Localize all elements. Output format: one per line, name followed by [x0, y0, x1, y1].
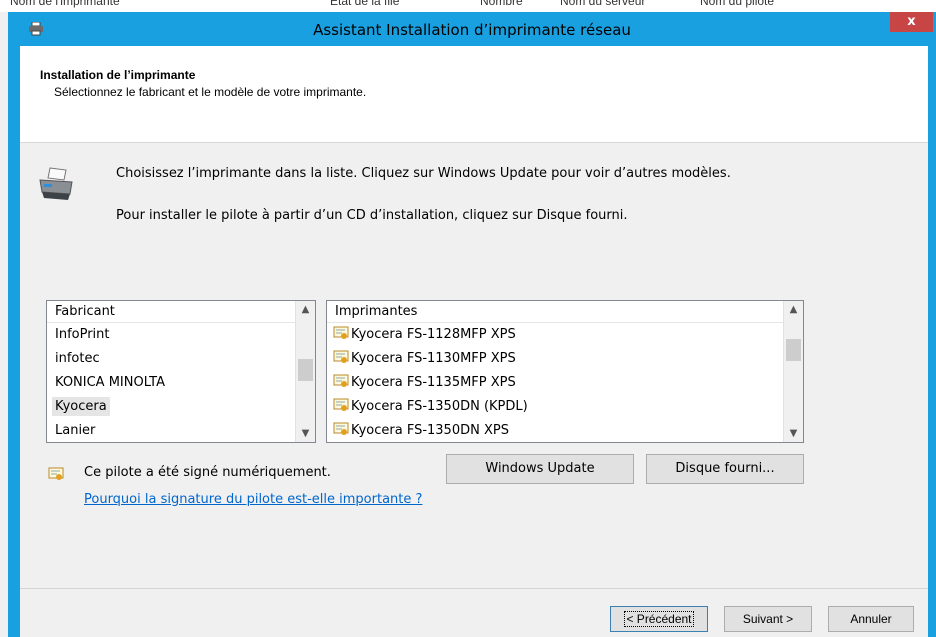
scroll-thumb[interactable]: [786, 339, 801, 361]
breadcrumb-item: Nom du pilote: [700, 0, 775, 8]
list-item[interactable]: Kyocera FS-1350DN (KPDL): [327, 395, 528, 419]
signature-info-link[interactable]: Pourquoi la signature du pilote est-elle…: [84, 492, 422, 507]
manufacturer-label: InfoPrint: [55, 327, 110, 342]
windows-update-button[interactable]: Windows Update: [446, 454, 634, 484]
wizard-header: Installation de l’imprimante Sélectionne…: [20, 46, 928, 143]
list-item[interactable]: Kyocera FS-1128MFP XPS: [327, 323, 516, 347]
list-item[interactable]: Kyocera FS-1350DN XPS: [327, 419, 509, 443]
certificate-icon: [333, 421, 349, 437]
intro-text-line2: Pour installer le pilote à partir d’un C…: [116, 208, 628, 223]
title-bar[interactable]: Assistant Installation d’imprimante rése…: [8, 12, 936, 46]
have-disk-button[interactable]: Disque fourni...: [646, 454, 804, 484]
certificate-icon: [333, 349, 349, 365]
manufacturer-label: infotec: [55, 351, 100, 366]
footer-divider: [20, 588, 928, 589]
back-button[interactable]: < Précédent: [610, 606, 708, 632]
list-item[interactable]: KONICA MINOLTA: [47, 371, 165, 395]
printer-label: Kyocera FS-1130MFP XPS: [351, 351, 516, 366]
printer-large-icon: [36, 166, 76, 202]
scroll-up-icon[interactable]: ▲: [784, 301, 803, 318]
breadcrumb-item: Nom du serveur: [560, 0, 646, 8]
manufacturer-list[interactable]: Fabricant InfoPrint infotec KONICA MINOL…: [46, 300, 316, 443]
manufacturer-label: Lanier: [55, 423, 96, 438]
breadcrumb-item: État de la file: [330, 0, 400, 8]
printer-list-header[interactable]: Imprimantes: [327, 301, 783, 323]
breadcrumb-item: Nom de l'imprimante: [10, 0, 120, 8]
manufacturer-list-header[interactable]: Fabricant: [47, 301, 295, 323]
printer-label: Kyocera FS-1128MFP XPS: [351, 327, 516, 342]
wizard-body: Installation de l’imprimante Sélectionne…: [20, 46, 928, 637]
window-title: Assistant Installation d’imprimante rése…: [313, 21, 631, 39]
back-button-label: < Précédent: [624, 611, 694, 627]
list-item[interactable]: Kyocera FS-1135MFP XPS: [327, 371, 516, 395]
printer-label: Kyocera FS-1350DN (KPDL): [351, 399, 528, 414]
scroll-up-icon[interactable]: ▲: [296, 301, 315, 318]
list-item[interactable]: infotec: [47, 347, 100, 371]
scroll-down-icon[interactable]: ▼: [784, 425, 803, 442]
page-subtitle: Sélectionnez le fabricant et le modèle d…: [54, 85, 367, 99]
scroll-down-icon[interactable]: ▼: [296, 425, 315, 442]
cancel-button[interactable]: Annuler: [828, 606, 914, 632]
printer-scrollbar[interactable]: ▲ ▼: [783, 301, 803, 442]
manufacturer-scrollbar[interactable]: ▲ ▼: [295, 301, 315, 442]
add-printer-wizard-window: Assistant Installation d’imprimante rése…: [8, 12, 936, 637]
signature-status: Ce pilote a été signé numériquement.: [84, 465, 331, 480]
printer-label: Kyocera FS-1350DN XPS: [351, 423, 509, 438]
close-icon[interactable]: x: [890, 12, 933, 32]
breadcrumb-item: Nombre: [480, 0, 523, 8]
page-title: Installation de l’imprimante: [40, 68, 196, 82]
background-breadcrumb: Nom de l'imprimante État de la file Nomb…: [0, 0, 936, 12]
next-button[interactable]: Suivant >: [724, 606, 812, 632]
scroll-thumb[interactable]: [298, 359, 313, 381]
list-item[interactable]: InfoPrint: [47, 323, 110, 347]
certificate-icon: [333, 397, 349, 413]
manufacturer-label: Kyocera: [52, 397, 110, 416]
certificate-icon: [48, 466, 64, 482]
intro-text-line1: Choisissez l’imprimante dans la liste. C…: [116, 166, 731, 181]
certificate-icon: [333, 373, 349, 389]
printer-label: Kyocera FS-1135MFP XPS: [351, 375, 516, 390]
manufacturer-label: KONICA MINOLTA: [55, 375, 165, 390]
list-item-selected[interactable]: Kyocera: [47, 395, 110, 419]
printer-list[interactable]: Imprimantes Kyocera FS-1128MFP XPS Kyoce…: [326, 300, 804, 443]
list-item[interactable]: Kyocera FS-1130MFP XPS: [327, 347, 516, 371]
list-item[interactable]: Lanier: [47, 419, 95, 443]
certificate-icon: [333, 325, 349, 341]
